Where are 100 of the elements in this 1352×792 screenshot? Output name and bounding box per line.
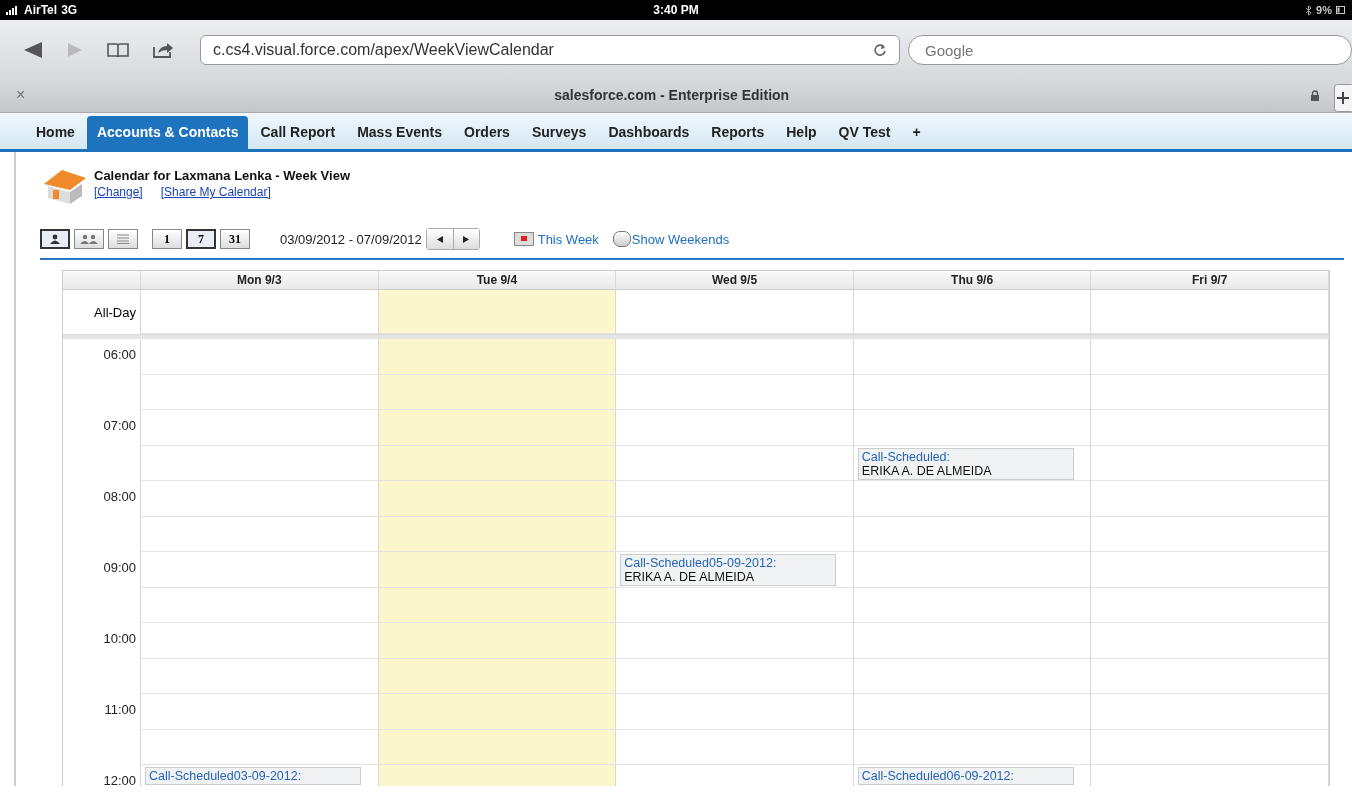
time-slot-cell[interactable]: [378, 729, 617, 765]
time-slot-cell[interactable]: [141, 339, 379, 375]
time-slot-cell[interactable]: [378, 374, 617, 410]
time-slot-cell[interactable]: [616, 516, 854, 552]
time-slot-cell[interactable]: [616, 445, 854, 481]
address-field[interactable]: c.cs4.visual.force.com/apex/WeekViewCalendar: [200, 35, 900, 65]
time-slot-cell[interactable]: [141, 374, 379, 410]
time-slot-cell[interactable]: [616, 339, 854, 375]
time-slot-cell[interactable]: [1091, 694, 1329, 730]
nav-tab[interactable]: Help: [776, 116, 827, 149]
time-slot-cell[interactable]: [378, 658, 617, 694]
time-slot-cell[interactable]: [378, 445, 617, 481]
time-slot-cell[interactable]: [616, 587, 854, 623]
time-slot-cell[interactable]: [141, 694, 379, 730]
reload-icon[interactable]: [873, 43, 887, 57]
time-slot-cell[interactable]: [141, 516, 379, 552]
time-slot-cell[interactable]: [853, 729, 1092, 765]
time-slot-cell[interactable]: [853, 339, 1092, 375]
time-slot-cell[interactable]: [1091, 374, 1329, 410]
back-arrow-icon[interactable]: [22, 41, 44, 59]
time-slot-cell[interactable]: [853, 587, 1092, 623]
time-slot-cell[interactable]: [1091, 658, 1329, 694]
month-view-button[interactable]: 31: [220, 229, 250, 249]
search-field[interactable]: Google: [908, 35, 1352, 65]
all-day-cell[interactable]: [378, 290, 617, 334]
time-slot-cell[interactable]: [616, 623, 854, 659]
time-slot-cell[interactable]: [853, 552, 1092, 588]
previous-week-button[interactable]: [426, 229, 453, 249]
all-day-cell[interactable]: [853, 290, 1092, 334]
time-slot-cell[interactable]: [853, 694, 1092, 730]
time-slot-cell[interactable]: [1091, 410, 1329, 446]
time-slot-cell[interactable]: [853, 516, 1092, 552]
time-slot-cell[interactable]: [1091, 729, 1329, 765]
time-slot-cell[interactable]: [616, 374, 854, 410]
time-slot-cell[interactable]: [1091, 481, 1329, 517]
time-slot-cell[interactable]: [1091, 516, 1329, 552]
calendar-event[interactable]: Call-Scheduled06-09-2012:: [857, 767, 1074, 785]
time-slot-cell[interactable]: [141, 587, 379, 623]
time-slot-cell[interactable]: [853, 481, 1092, 517]
week-view-button[interactable]: 7: [186, 229, 216, 249]
time-slot-cell[interactable]: [1091, 552, 1329, 588]
nav-tab[interactable]: Surveys: [521, 116, 597, 149]
single-user-view-button[interactable]: [40, 229, 70, 249]
time-slot-cell[interactable]: [141, 729, 379, 765]
nav-tab[interactable]: Reports: [701, 116, 775, 149]
time-slot-cell[interactable]: [378, 694, 617, 730]
time-slot-cell[interactable]: [378, 587, 617, 623]
time-slot-cell[interactable]: [1091, 623, 1329, 659]
nav-tab[interactable]: +: [902, 116, 931, 149]
time-slot-cell[interactable]: [141, 445, 379, 481]
header-link[interactable]: [Share My Calendar]: [160, 185, 271, 199]
time-slot-cell[interactable]: [853, 410, 1092, 446]
time-slot-cell[interactable]: Call-Scheduled03-09-2012:: [141, 765, 379, 786]
nav-tab[interactable]: Accounts & Contacts: [86, 116, 249, 149]
time-slot-cell[interactable]: [378, 410, 617, 446]
header-link[interactable]: [Change]: [94, 185, 143, 199]
day-view-button[interactable]: 1: [152, 229, 182, 249]
time-slot-cell[interactable]: Call-Scheduled: ERIKA A. DE ALMEIDA: [853, 445, 1092, 481]
all-day-cell[interactable]: [616, 290, 854, 334]
all-day-cell[interactable]: [141, 290, 379, 334]
time-slot-cell[interactable]: [853, 658, 1092, 694]
nav-tab[interactable]: Home: [26, 116, 85, 149]
time-slot-cell[interactable]: [1091, 339, 1329, 375]
time-slot-cell[interactable]: [141, 658, 379, 694]
calendar-event[interactable]: Call-Scheduled05-09-2012: ERIKA A. DE ALMEIDA: [620, 554, 837, 586]
nav-tab[interactable]: QV Test: [828, 116, 901, 149]
calendar-event[interactable]: Call-Scheduled03-09-2012:: [145, 767, 361, 785]
book-icon[interactable]: [106, 42, 130, 58]
time-slot-cell[interactable]: [141, 410, 379, 446]
time-slot-cell[interactable]: [853, 374, 1092, 410]
time-slot-cell[interactable]: Call-Scheduled05-09-2012: ERIKA A. DE ALMEIDA: [616, 552, 854, 588]
new-tab-icon[interactable]: [1334, 84, 1352, 112]
time-slot-cell[interactable]: [141, 481, 379, 517]
time-slot-cell[interactable]: [1091, 445, 1329, 481]
time-slot-cell[interactable]: [378, 516, 617, 552]
time-slot-cell[interactable]: [616, 729, 854, 765]
this-week-link[interactable]: This Week: [537, 231, 599, 247]
time-slot-cell[interactable]: [1091, 587, 1329, 623]
time-slot-cell[interactable]: Call-Scheduled06-09-2012:: [853, 765, 1092, 786]
time-slot-cell[interactable]: [378, 339, 617, 375]
nav-tab[interactable]: Call Report: [250, 116, 346, 149]
nav-tab[interactable]: Orders: [454, 116, 520, 149]
share-icon[interactable]: [152, 41, 174, 59]
list-view-button[interactable]: [108, 229, 138, 249]
next-week-button[interactable]: [452, 229, 479, 249]
time-slot-cell[interactable]: [141, 623, 379, 659]
all-day-cell[interactable]: [1091, 290, 1329, 334]
time-slot-cell[interactable]: [616, 694, 854, 730]
time-slot-cell[interactable]: [378, 481, 617, 517]
time-slot-cell[interactable]: [378, 623, 617, 659]
time-slot-cell[interactable]: [853, 623, 1092, 659]
checkbox[interactable]: [612, 231, 631, 247]
time-slot-cell[interactable]: [141, 552, 379, 588]
time-slot-cell[interactable]: [616, 658, 854, 694]
nav-tab[interactable]: Dashboards: [598, 116, 700, 149]
forward-arrow-icon[interactable]: [66, 42, 84, 58]
nav-tab[interactable]: Mass Events: [347, 116, 452, 149]
multi-user-view-button[interactable]: [74, 229, 104, 249]
time-slot-cell[interactable]: [616, 481, 854, 517]
show-weekends-checkbox[interactable]: Show Weekends: [612, 231, 730, 247]
